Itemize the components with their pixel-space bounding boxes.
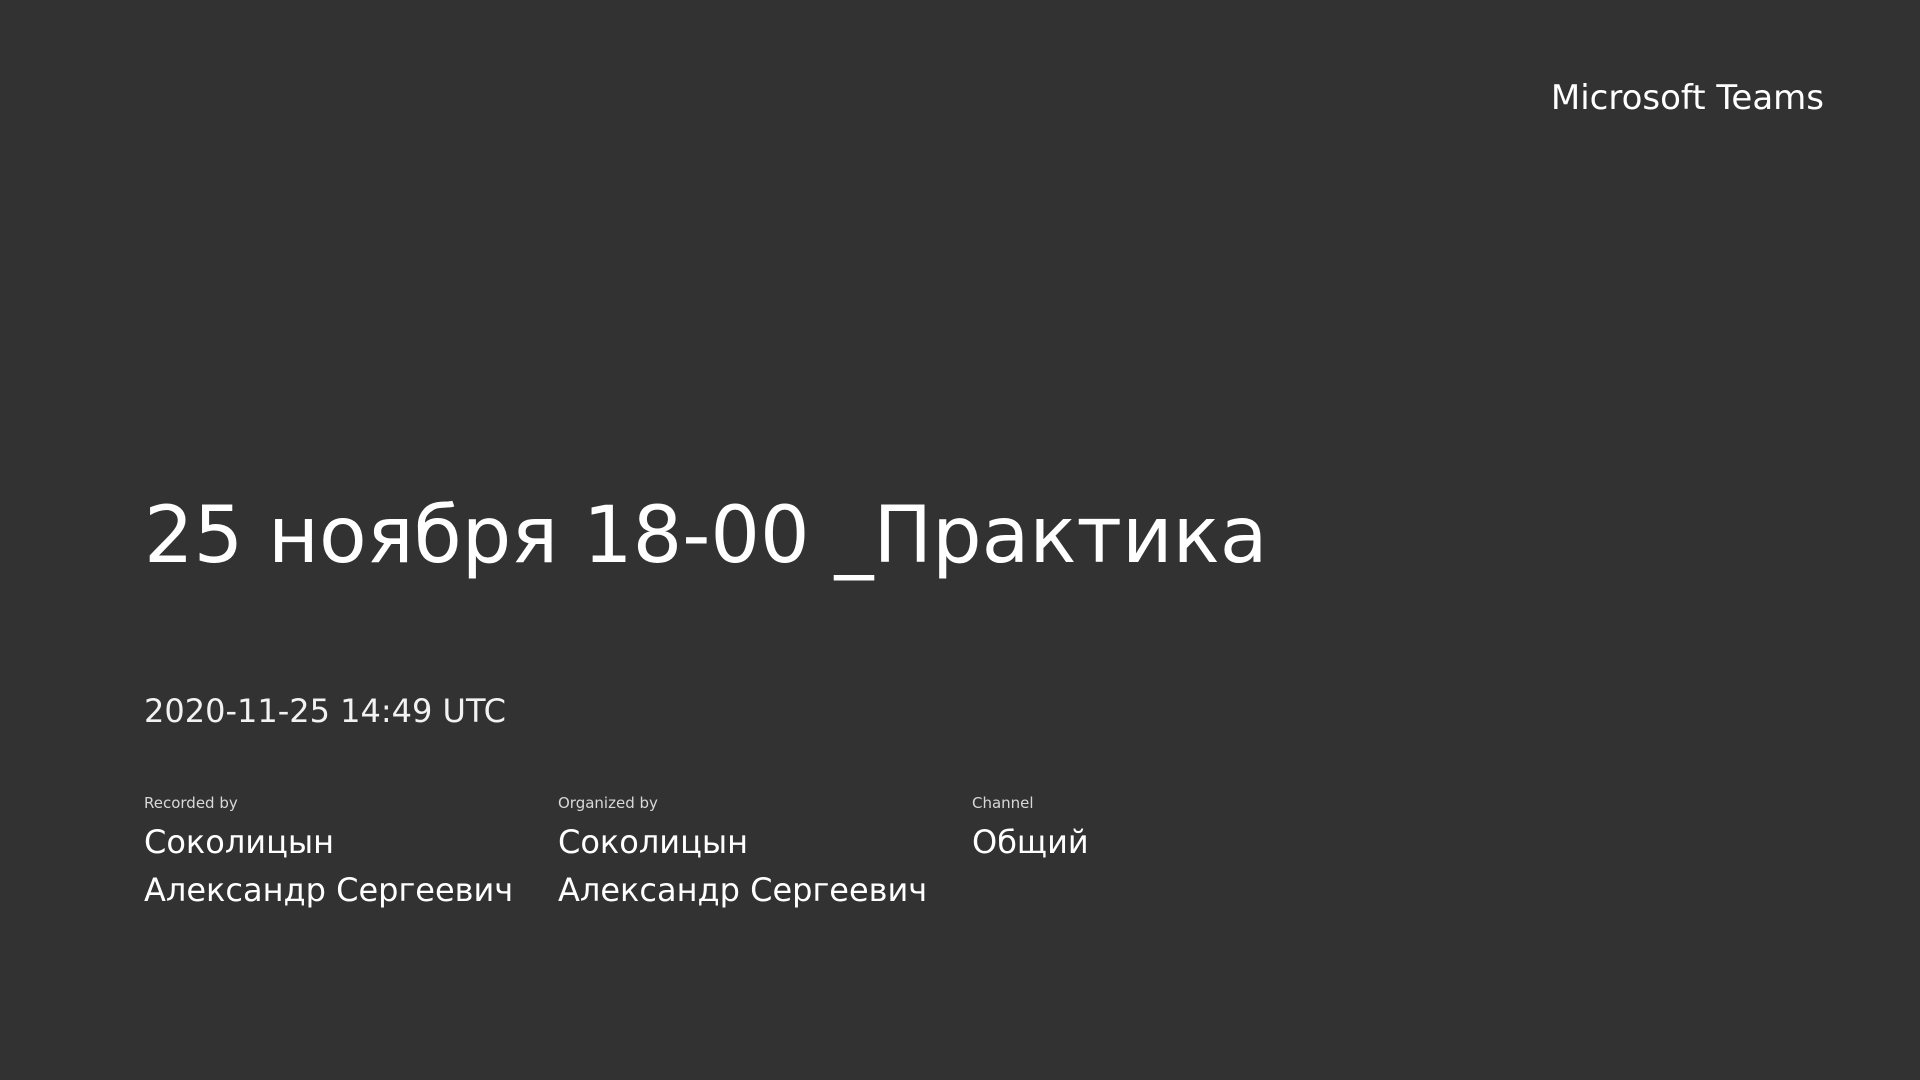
recorded-by-value: Соколицын Александр Сергеевич [144, 823, 514, 909]
organized-by-value: Соколицын Александр Сергеевич [558, 823, 928, 909]
organized-by-label: Organized by [558, 794, 658, 812]
channel-section: Channel Общий [972, 792, 1372, 914]
recording-timestamp: 2020-11-25 14:49 UTC [144, 692, 506, 730]
meeting-details: Recorded by Соколицын Александр Сергееви… [144, 792, 1744, 914]
meeting-title: 25 ноября 18-00 _Практика [144, 491, 1268, 581]
organized-by-section: Organized by Соколицын Александр Сергеев… [558, 792, 934, 914]
channel-value: Общий [972, 823, 1089, 861]
channel-label: Channel [972, 794, 1034, 812]
recording-info: 25 ноября 18-00 _Практика 2020-11-25 14:… [144, 490, 1744, 914]
app-brand-label: Microsoft Teams [1550, 78, 1824, 118]
recorded-by-label: Recorded by [144, 794, 238, 812]
recorded-by-section: Recorded by Соколицын Александр Сергееви… [144, 792, 520, 914]
